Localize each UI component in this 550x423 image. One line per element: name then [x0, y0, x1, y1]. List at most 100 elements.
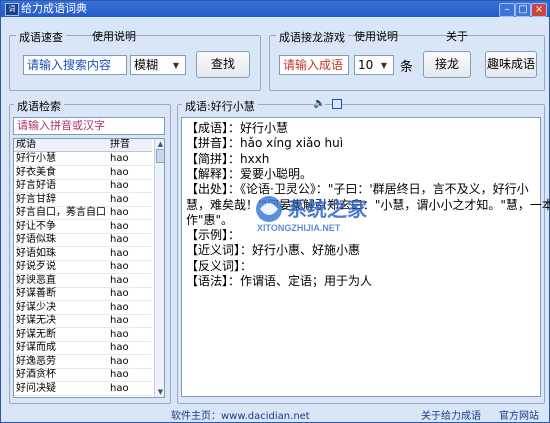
idiom-cell: 好行小慧 [16, 153, 56, 164]
table-row[interactable]: 好言自口，莠言自口 hao [14, 206, 152, 220]
homepage-link[interactable]: 软件主页：www.dacidian.net [171, 407, 310, 422]
idiom-cell: 好谋无断 [16, 328, 56, 340]
detail-line: 【拼音】：hǎo xíng xiǎo huì [186, 136, 344, 151]
idiom-cell: 好谋无决 [16, 315, 56, 326]
fun-idioms-button[interactable]: 趣味成语 [485, 51, 537, 78]
detail-line: 【成语】：好行小慧 [186, 121, 289, 135]
idiom-cell: 好言甘辞 [16, 193, 56, 205]
idiom-cell: 好言好语 [16, 180, 56, 191]
table-row[interactable]: 好谋而成 hao [14, 341, 152, 355]
scroll-thumb[interactable] [156, 149, 164, 163]
pinyin-cell: hao [110, 220, 129, 232]
solitaire-button[interactable]: 接龙 [423, 51, 471, 78]
table-scrollbar[interactable]: ▲ ▼ [154, 139, 164, 397]
table-row[interactable]: 好衣美食 hao [14, 166, 152, 180]
maximize-icon[interactable]: □ [515, 3, 531, 17]
official-site-link[interactable]: 官方网站 [499, 407, 539, 422]
pinyin-cell: hao [110, 315, 129, 326]
table-row[interactable]: 好言好语 hao [14, 179, 152, 193]
solitaire-usage-link[interactable]: 使用说明 [354, 28, 398, 44]
column-header-pinyin[interactable]: 拼音 [110, 139, 130, 151]
solitaire-title: 成语接龙游戏 [276, 29, 348, 45]
pinyin-cell: hao [110, 288, 129, 299]
search-group-title: 成语检索 [14, 98, 64, 114]
search-button[interactable]: 查找 [196, 51, 250, 78]
table-row[interactable]: 好逸恶劳 hao [14, 355, 152, 369]
column-header-idiom[interactable]: 成语 [16, 139, 36, 151]
table-row[interactable]: 好谋无决 hao [14, 314, 152, 328]
detail-line: 【语法】：作谓语、定语；用于为人 [186, 274, 373, 288]
pinyin-cell: hao [110, 193, 129, 205]
idiom-cell: 好谋而成 [16, 342, 56, 353]
pinyin-cell: hao [110, 234, 129, 245]
window-title: 给力成语词典 [21, 2, 87, 15]
table-row[interactable]: 好说歹说 hao [14, 260, 152, 274]
search-input[interactable]: 请输入搜索内容 [23, 55, 127, 75]
idiom-cell: 好语如珠 [16, 247, 56, 259]
match-mode-select[interactable]: 模糊 ▼ [130, 55, 186, 75]
quick-query-usage-link[interactable]: 使用说明 [92, 28, 136, 44]
table-row[interactable]: 好让不争 hao [14, 220, 152, 234]
detail-line: 【近义词】：好行小惠、好施小惠 [186, 243, 361, 258]
table-row[interactable]: 好谀恶直 hao [14, 274, 152, 288]
detail-line: 【示例】： [186, 228, 241, 243]
idiom-cell: 好谋少决 [16, 301, 56, 313]
idiom-cell: 好逸恶劳 [16, 355, 56, 367]
watermark-brand: 系统之家 [287, 197, 368, 221]
watermark-logo: 系统之家 XITONGZHIJIA.NET [256, 196, 368, 233]
pinyin-cell: hao [110, 382, 129, 394]
pinyin-cell: hao [110, 369, 129, 380]
pinyin-cell: hao [110, 274, 129, 286]
title-bar[interactable]: 词 给力成语词典 – □ × [1, 1, 549, 17]
table-row[interactable]: 好行小慧 hao [14, 152, 152, 166]
chevron-down-icon: ▼ [380, 61, 388, 70]
table-row[interactable]: 好语如珠 hao [14, 247, 152, 261]
idiom-cell: 好言自口，莠言自口 [16, 207, 106, 218]
about-link[interactable]: 关于 [446, 28, 468, 44]
pinyin-cell: hao [110, 301, 129, 313]
minimize-icon[interactable]: – [499, 3, 515, 17]
about-app-link[interactable]: 关于给力成语 [421, 407, 481, 422]
close-icon[interactable]: × [531, 3, 547, 17]
app-window: 词 给力成语词典 – □ × 成语速查 使用说明 请输入搜索内容 模糊 ▼ 查找… [0, 0, 550, 423]
detail-line: 作"惠"。 [186, 212, 234, 227]
idiom-cell: 好语似珠 [16, 234, 56, 245]
idiom-cell: 好酒贪杯 [16, 369, 56, 380]
idiom-cell: 好衣美食 [16, 166, 56, 178]
table-row[interactable]: 好谋少决 hao [14, 301, 152, 315]
detail-content: 【成语】：好行小慧 【拼音】：hǎo xíng xiǎo huì 【简拼】：hxxh… [181, 117, 550, 397]
detail-line: 【简拼】：hxxh [186, 151, 270, 166]
table-row[interactable]: 好语似珠 hao [14, 233, 152, 247]
pinyin-cell: hao [110, 328, 129, 340]
idiom-table: 成语 拼音 好行小慧 hao 好衣美食 hao 好言好语 hao 好言甘辞 hao 好言自口，莠… [13, 138, 165, 398]
speaker-icon[interactable]: 🔈 [313, 98, 325, 109]
pinyin-cell: hao [110, 166, 129, 178]
app-icon: 词 [5, 3, 19, 16]
detail-title: 成语:好行小慧 [182, 98, 258, 114]
count-value: 10 [358, 58, 374, 72]
copy-icon[interactable] [332, 99, 342, 109]
quick-query-title: 成语速查 [16, 29, 66, 45]
scroll-up-icon[interactable]: ▲ [155, 139, 164, 149]
pinyin-cell: hao [110, 261, 129, 272]
idiom-cell: 好让不争 [16, 220, 56, 232]
solitaire-input[interactable]: 请输入成语 [279, 55, 349, 75]
quick-query-group: 成语速查 使用说明 请输入搜索内容 模糊 ▼ 查找 [9, 29, 261, 91]
table-row[interactable]: 好酒贪杯 hao [14, 368, 152, 382]
solitaire-group: 成语接龙游戏 使用说明 关于 请输入成语 10 ▼ 条 接龙 趣味成语 [269, 29, 545, 91]
pinyin-cell: hao [110, 247, 129, 259]
watermark-url: XITONGZHIJIA.NET [257, 223, 341, 233]
count-unit: 条 [400, 60, 414, 75]
detail-line: 【反义词】： [186, 258, 253, 273]
table-row[interactable]: 好谋善断 hao [14, 287, 152, 301]
table-row[interactable]: 好谋无断 hao [14, 328, 152, 342]
table-row[interactable]: 好问决疑 hao [14, 382, 152, 396]
scroll-down-icon[interactable]: ▼ [155, 387, 164, 397]
detail-line: 【解释】：爱要小聪明。 [186, 166, 313, 181]
detail-group: 成语:好行小慧 🔈 【成语】：好行小慧 【拼音】：hǎo xíng xiǎo hu… [177, 98, 550, 404]
pinyin-cell: hao [110, 342, 129, 353]
count-select[interactable]: 10 ▼ [354, 55, 394, 75]
table-row[interactable]: 好言甘辞 hao [14, 193, 152, 207]
filter-input[interactable]: 请输入拼音或汉字 [13, 117, 165, 135]
search-group: 成语检索 请输入拼音或汉字 成语 拼音 好行小慧 hao 好衣美食 hao 好言好语 ha… [9, 98, 171, 404]
